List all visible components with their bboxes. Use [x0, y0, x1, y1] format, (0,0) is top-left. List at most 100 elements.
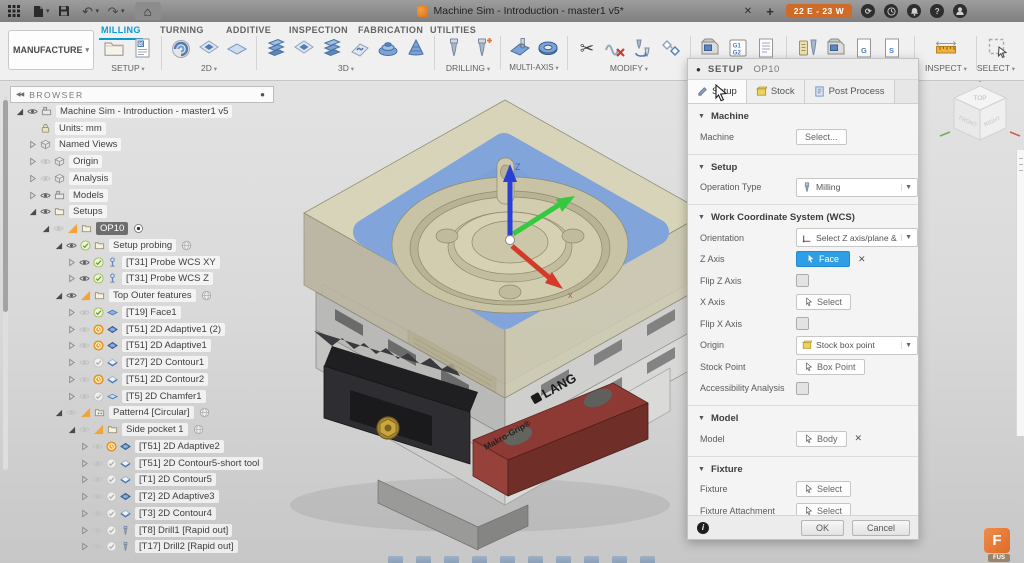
visibility-eye-icon[interactable] — [91, 440, 104, 452]
tree-item-label[interactable]: [T19] Face1 — [122, 305, 181, 319]
nav-toolbar-icon[interactable] — [528, 556, 543, 563]
tree-row[interactable]: [T8] Drill1 [Rapid out] — [12, 522, 292, 539]
tree-row[interactable]: Top Outer features — [12, 287, 292, 304]
tree-caret-icon[interactable] — [27, 156, 38, 168]
visibility-eye-icon[interactable] — [39, 206, 52, 218]
2d-adaptive-icon[interactable] — [167, 35, 195, 61]
visibility-eye-icon[interactable] — [78, 323, 91, 335]
tree-caret-icon[interactable] — [66, 390, 77, 402]
selected-face[interactable] — [353, 133, 669, 329]
document-tab[interactable]: Machine Sim - Introduction - master1 v5* — [416, 5, 624, 17]
tree-item-label[interactable]: Models — [69, 188, 108, 202]
tree-row[interactable]: Side pocket 1 — [12, 421, 292, 438]
clock-icon[interactable] — [884, 4, 899, 18]
origin-dropdown[interactable]: Stock box point ▼ — [796, 335, 918, 355]
tree-caret-icon[interactable] — [66, 357, 77, 369]
group-setup-label[interactable]: SETUP — [100, 63, 156, 73]
tree-row[interactable]: Named Views — [12, 137, 292, 154]
visibility-eye-icon[interactable] — [65, 407, 78, 419]
tree-caret-icon[interactable] — [27, 206, 38, 218]
tree-caret-icon[interactable] — [66, 256, 77, 268]
visibility-eye-icon[interactable] — [65, 290, 78, 302]
tree-item-label[interactable]: Analysis — [69, 171, 113, 185]
visibility-eye-icon[interactable] — [91, 457, 104, 469]
tree-item-label[interactable]: Side pocket 1 — [122, 423, 188, 437]
drill-icon[interactable] — [440, 35, 468, 61]
dialog-tab-post-process[interactable]: Post Process — [804, 80, 895, 103]
section-wcs[interactable]: ▼ Work Coordinate System (WCS) — [688, 205, 918, 227]
wcs-triad[interactable]: Z x — [503, 162, 575, 300]
tree-caret-icon[interactable] — [27, 189, 38, 201]
tree-caret-icon[interactable] — [53, 407, 64, 419]
visibility-eye-icon[interactable] — [65, 239, 78, 251]
z-axis-clear-icon[interactable]: ✕ — [858, 254, 866, 265]
tree-item-label[interactable]: Named Views — [55, 138, 122, 152]
section-machine[interactable]: ▼ Machine — [688, 104, 918, 126]
measure-icon[interactable] — [932, 35, 960, 61]
tree-item-label[interactable]: Setups — [69, 205, 107, 219]
nav-toolbar-icon[interactable] — [416, 556, 431, 563]
visibility-eye-icon[interactable] — [91, 474, 104, 486]
tree-item-label[interactable]: [T51] 2D Adaptive1 — [122, 339, 211, 353]
tree-caret-icon[interactable] — [53, 239, 64, 251]
cancel-button[interactable]: Cancel — [851, 519, 910, 536]
ncprogram-icon[interactable] — [128, 35, 156, 61]
tree-item-label[interactable]: [T17] Drill2 [Rapid out] — [135, 540, 238, 554]
file-menu-icon[interactable] — [28, 3, 48, 19]
z-axis-face-chip[interactable]: Face — [796, 251, 851, 268]
flip-z-checkbox[interactable] — [796, 274, 809, 288]
nav-toolbar-icon[interactable] — [612, 556, 627, 563]
tree-row[interactable]: [T51] 2D Adaptive2 — [12, 438, 292, 455]
group-select-label[interactable]: SELECT — [966, 63, 1024, 73]
sync-status-icon[interactable]: ⟳ — [861, 4, 876, 18]
2d-face-icon[interactable] — [223, 35, 251, 61]
home-view-button[interactable]: ⌂ — [134, 2, 161, 20]
info-icon[interactable]: i — [697, 521, 709, 534]
tree-item-label[interactable]: Origin — [69, 155, 103, 169]
tree-item-label[interactable]: [T1] 2D Contour5 — [135, 473, 216, 487]
accessibility-checkbox[interactable] — [796, 381, 809, 395]
visibility-eye-icon[interactable] — [91, 524, 104, 536]
dialog-header[interactable]: ● SETUP OP10 — [688, 59, 918, 80]
tree-row[interactable]: OP10 — [12, 220, 292, 237]
browser-collapse-icon[interactable]: ◀◀ — [16, 91, 24, 98]
group-3d-label[interactable]: 3D — [262, 63, 430, 73]
tree-item-label[interactable]: [T31] Probe WCS Z — [122, 272, 213, 286]
nav-toolbar-icon[interactable] — [500, 556, 515, 563]
nav-toolbar-icon[interactable] — [388, 556, 403, 563]
tree-caret-icon[interactable] — [79, 541, 90, 553]
browser-options-icon[interactable]: ● — [260, 90, 265, 99]
job-status-badge[interactable]: 22 E - 23 W — [785, 4, 853, 18]
tree-row[interactable]: [T27] 2D Contour1 — [12, 354, 292, 371]
visibility-eye-icon[interactable] — [78, 256, 91, 268]
model-clear-icon[interactable]: ✕ — [855, 433, 863, 444]
visibility-eye-icon[interactable] — [91, 491, 104, 503]
tree-row[interactable]: [T2] 2D Adaptive3 — [12, 488, 292, 505]
machine-select-button[interactable]: Select... — [796, 128, 847, 145]
tree-caret-icon[interactable] — [79, 440, 90, 452]
section-fixture[interactable]: ▼ Fixture — [688, 457, 918, 479]
x-axis-select-button[interactable]: Select — [796, 294, 852, 311]
tree-row[interactable]: Models — [12, 187, 292, 204]
file-menu-caret-icon[interactable]: ▾ — [46, 7, 50, 15]
tree-row[interactable]: Units: mm — [12, 120, 292, 137]
tree-caret-icon[interactable] — [79, 507, 90, 519]
tree-item-label[interactable]: Machine Sim - Introduction - master1 v5 — [56, 104, 233, 118]
3d-parallel-icon[interactable] — [346, 35, 374, 61]
tree-caret-icon[interactable] — [79, 457, 90, 469]
tree-item-label[interactable]: [T5] 2D Chamfer1 — [122, 389, 206, 403]
tree-caret-icon[interactable] — [66, 340, 77, 352]
group-multiaxis-label[interactable]: MULTI-AXIS — [496, 63, 572, 72]
new-tab-icon[interactable]: + — [766, 4, 774, 19]
nav-toolbar-icon[interactable] — [556, 556, 571, 563]
redo-caret-icon[interactable]: ▾ — [121, 7, 125, 15]
tree-caret-icon[interactable] — [27, 172, 38, 184]
active-setup-record-icon[interactable] — [132, 223, 145, 235]
trim-scissors-icon[interactable]: ✂ — [573, 35, 601, 61]
nav-toolbar-icon[interactable] — [640, 556, 655, 563]
tree-item-label[interactable]: [T51] 2D Adaptive2 — [135, 439, 224, 453]
visibility-eye-icon[interactable] — [39, 156, 52, 168]
visibility-eye-icon[interactable] — [78, 306, 91, 318]
fixture-select-button[interactable]: Select — [796, 481, 852, 498]
tree-row[interactable]: Pattern4 [Circular] — [12, 405, 292, 422]
